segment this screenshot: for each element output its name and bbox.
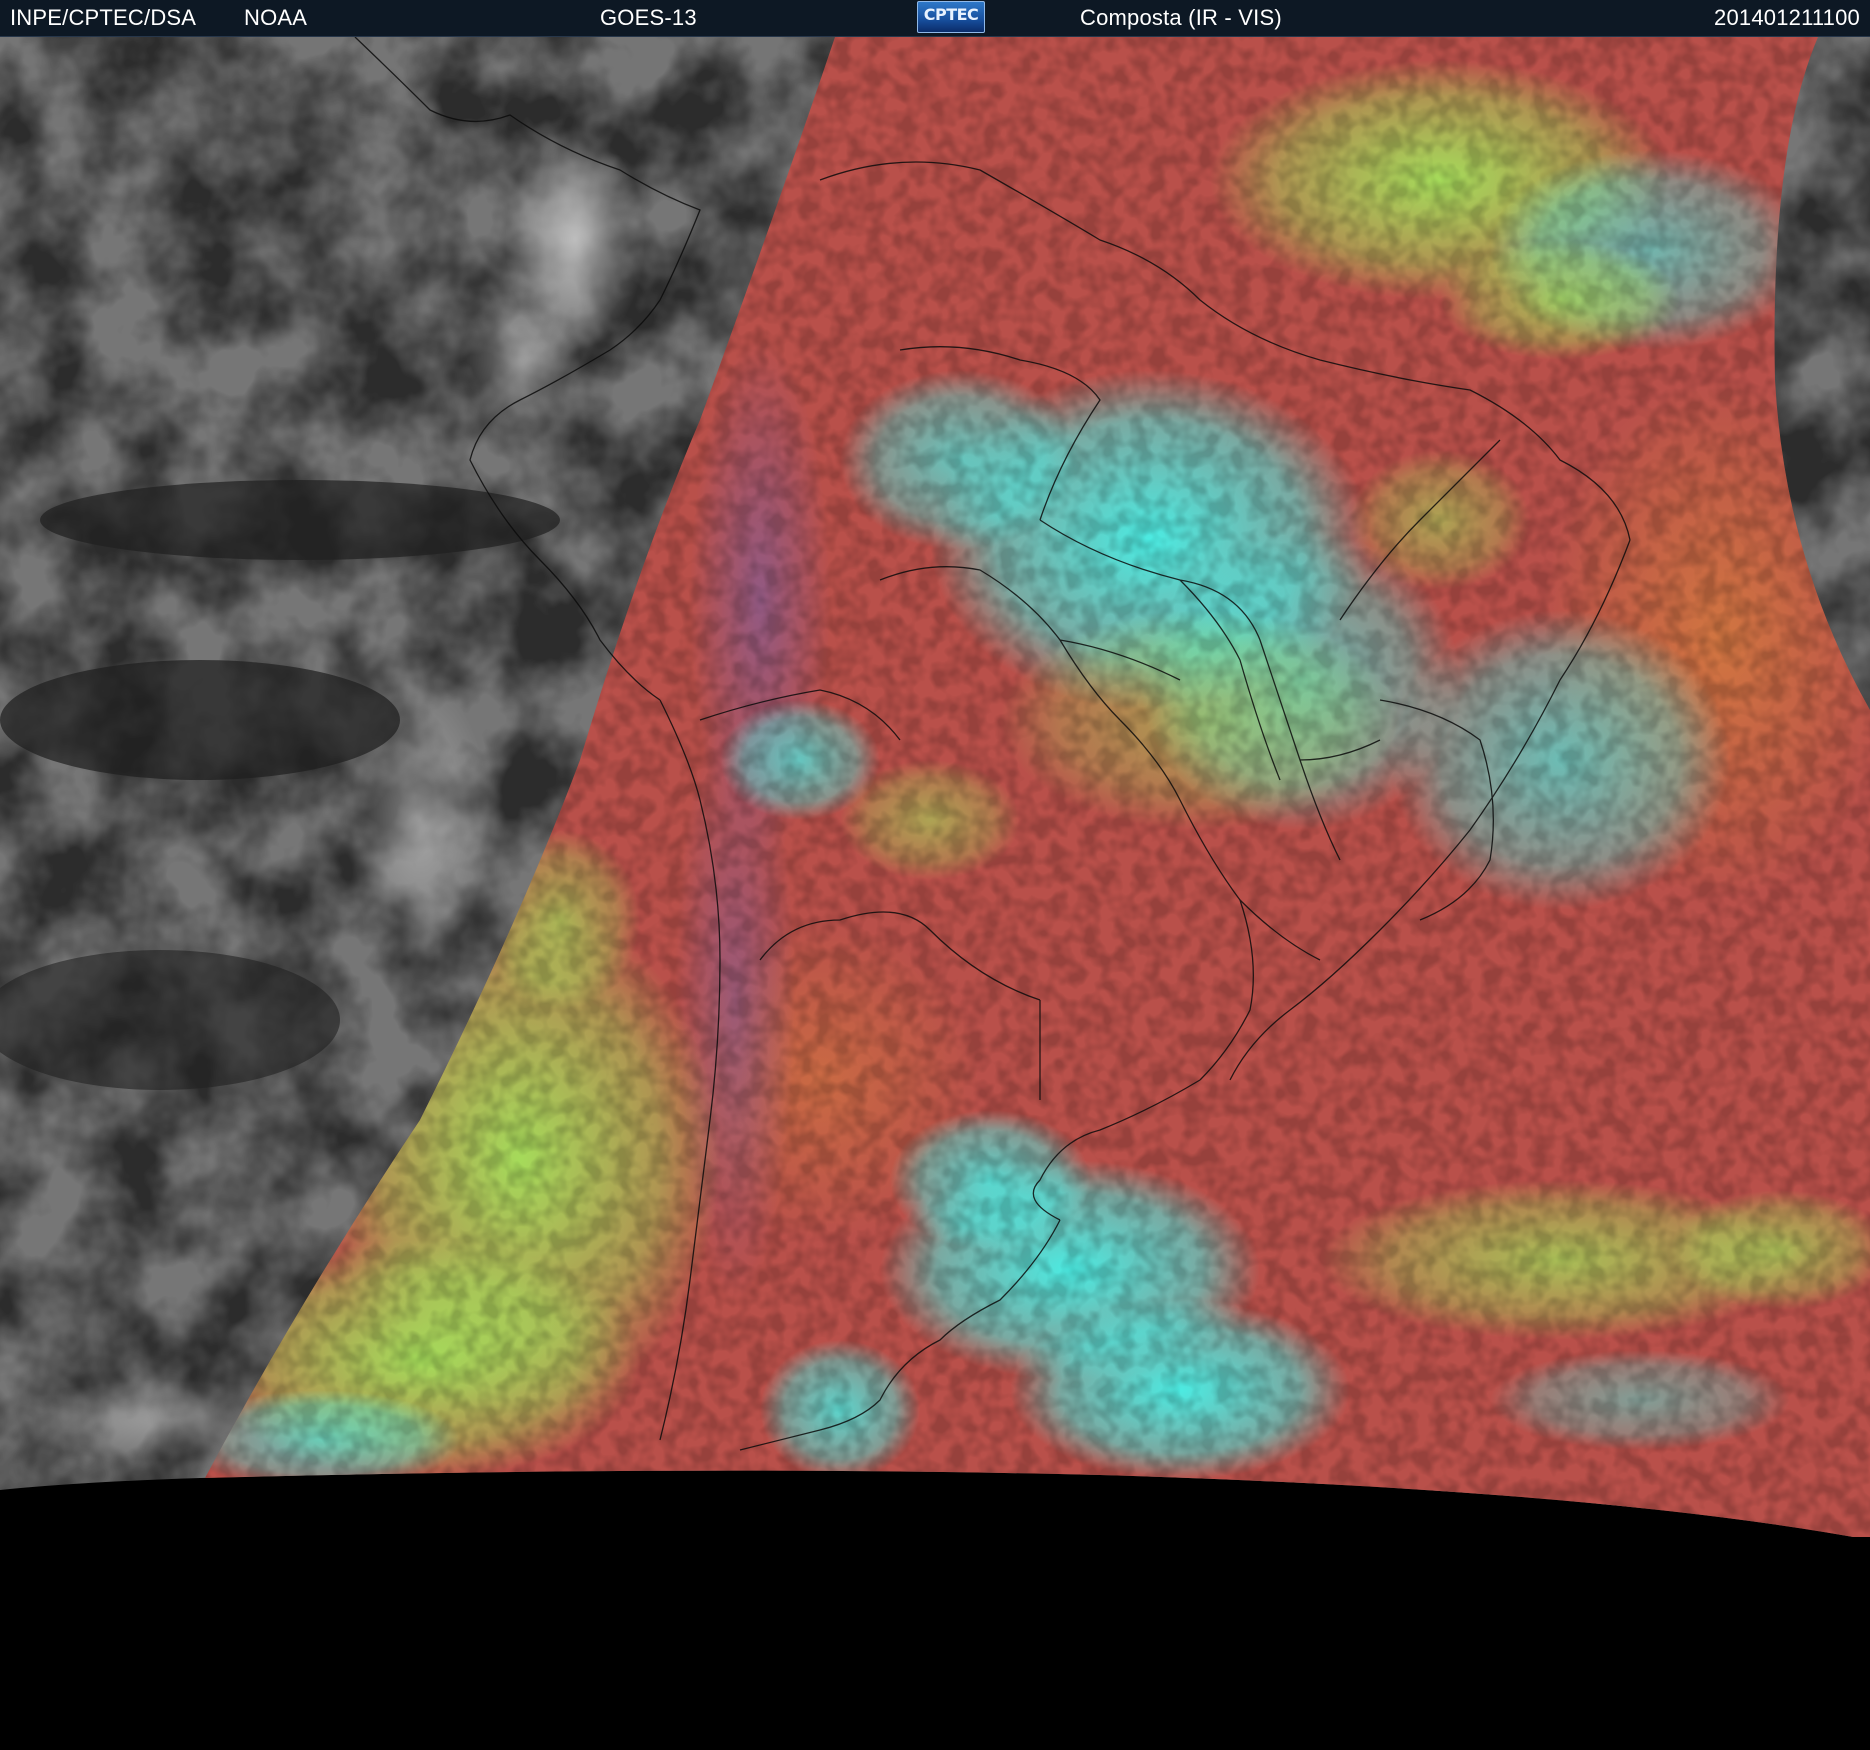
source-label: NOAA: [244, 5, 308, 30]
satellite-imagery: [0, 37, 1870, 1750]
cptec-logo: CPTEC: [917, 1, 985, 33]
logo-text: CPTEC: [923, 5, 979, 24]
agency-label: INPE/CPTEC/DSA: [10, 5, 197, 30]
satellite-label: GOES-13: [600, 5, 697, 30]
product-label: Composta (IR - VIS): [1080, 5, 1282, 30]
timestamp-label: 201401211100: [1714, 5, 1860, 30]
header-bar: INPE/CPTEC/DSA NOAA GOES-13 CPTEC Compos…: [0, 0, 1870, 37]
